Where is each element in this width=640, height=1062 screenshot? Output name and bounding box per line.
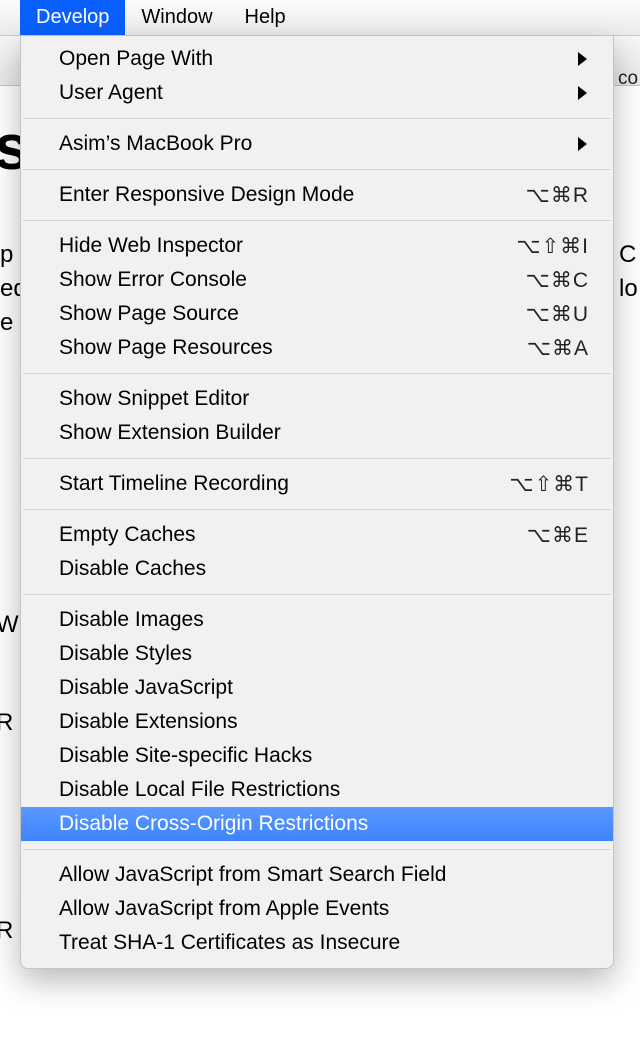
menu-item-label: Show Snippet Editor bbox=[59, 387, 589, 411]
menu-item-shortcut: ⌥⌘A bbox=[527, 336, 589, 361]
page-text-r1: R bbox=[0, 706, 13, 740]
menu-item-shortcut: ⌥⌘C bbox=[526, 268, 589, 293]
menu-item-label: Disable Local File Restrictions bbox=[59, 778, 589, 802]
page-text-left: p ed e bbox=[0, 238, 22, 340]
menubar-item-label: Develop bbox=[36, 6, 109, 29]
menu-item-disable-cross-origin-restrictions[interactable]: Disable Cross-Origin Restrictions bbox=[21, 807, 613, 841]
menu-item-label: Asim’s MacBook Pro bbox=[59, 132, 578, 156]
menu-item-hide-web-inspector[interactable]: Hide Web Inspector⌥⇧⌘I bbox=[21, 229, 613, 263]
menu-item-disable-extensions[interactable]: Disable Extensions bbox=[21, 705, 613, 739]
menu-separator bbox=[23, 373, 611, 374]
menu-item-show-extension-builder[interactable]: Show Extension Builder bbox=[21, 416, 613, 450]
menu-item-disable-caches[interactable]: Disable Caches bbox=[21, 552, 613, 586]
submenu-arrow-icon bbox=[578, 137, 587, 151]
menu-item-shortcut: ⌥⌘R bbox=[526, 183, 589, 208]
menu-item-label: Enter Responsive Design Mode bbox=[59, 183, 526, 207]
menubar-item-label: Help bbox=[245, 6, 286, 29]
menu-item-label: Treat SHA-1 Certificates as Insecure bbox=[59, 931, 589, 955]
menu-item-label: Allow JavaScript from Apple Events bbox=[59, 897, 589, 921]
menu-item-user-agent[interactable]: User Agent bbox=[21, 76, 613, 110]
menu-item-asim-s-macbook-pro[interactable]: Asim’s MacBook Pro bbox=[21, 127, 613, 161]
menu-item-allow-javascript-from-apple-events[interactable]: Allow JavaScript from Apple Events bbox=[21, 892, 613, 926]
submenu-arrow-icon bbox=[578, 86, 587, 100]
menu-separator bbox=[23, 509, 611, 510]
menubar: Develop Window Help bbox=[0, 0, 640, 36]
menu-separator bbox=[23, 849, 611, 850]
menu-item-shortcut: ⌥⌘E bbox=[527, 523, 589, 548]
page-text-w: W bbox=[0, 608, 19, 642]
menu-item-label: Hide Web Inspector bbox=[59, 234, 516, 258]
menu-item-label: Disable Images bbox=[59, 608, 589, 632]
menu-item-open-page-with[interactable]: Open Page With bbox=[21, 42, 613, 76]
menu-item-label: Show Page Source bbox=[59, 302, 526, 326]
menu-item-show-page-source[interactable]: Show Page Source⌥⌘U bbox=[21, 297, 613, 331]
page-text-r2: R bbox=[0, 914, 13, 948]
menu-item-disable-styles[interactable]: Disable Styles bbox=[21, 637, 613, 671]
menu-item-label: User Agent bbox=[59, 81, 578, 105]
menu-separator bbox=[23, 118, 611, 119]
menubar-item-help[interactable]: Help bbox=[229, 0, 302, 35]
menu-separator bbox=[23, 594, 611, 595]
menu-item-disable-images[interactable]: Disable Images bbox=[21, 603, 613, 637]
menu-item-empty-caches[interactable]: Empty Caches⌥⌘E bbox=[21, 518, 613, 552]
menu-item-label: Empty Caches bbox=[59, 523, 527, 547]
menu-item-label: Show Extension Builder bbox=[59, 421, 589, 445]
menu-item-show-page-resources[interactable]: Show Page Resources⌥⌘A bbox=[21, 331, 613, 365]
menu-item-label: Disable Caches bbox=[59, 557, 589, 581]
menubar-item-window[interactable]: Window bbox=[125, 0, 228, 35]
menu-item-disable-site-specific-hacks[interactable]: Disable Site-specific Hacks bbox=[21, 739, 613, 773]
menu-item-allow-javascript-from-smart-search-field[interactable]: Allow JavaScript from Smart Search Field bbox=[21, 858, 613, 892]
menu-item-label: Start Timeline Recording bbox=[59, 472, 509, 496]
menubar-item-develop[interactable]: Develop bbox=[20, 0, 125, 35]
menu-item-shortcut: ⌥⇧⌘I bbox=[516, 234, 589, 259]
menu-item-shortcut: ⌥⌘U bbox=[526, 302, 589, 327]
menu-item-start-timeline-recording[interactable]: Start Timeline Recording⌥⇧⌘T bbox=[21, 467, 613, 501]
develop-menu: Open Page With User Agent Asim’s MacBook P… bbox=[20, 36, 614, 969]
menu-item-label: Disable Site-specific Hacks bbox=[59, 744, 589, 768]
menu-item-label: Disable Cross-Origin Restrictions bbox=[59, 812, 589, 836]
url-fragment: co bbox=[618, 62, 638, 96]
menu-item-disable-local-file-restrictions[interactable]: Disable Local File Restrictions bbox=[21, 773, 613, 807]
page-text-right: C lo bbox=[619, 238, 640, 306]
menu-separator bbox=[23, 458, 611, 459]
menu-item-enter-responsive-design-mode[interactable]: Enter Responsive Design Mode⌥⌘R bbox=[21, 178, 613, 212]
menu-item-label: Disable Styles bbox=[59, 642, 589, 666]
menu-item-label: Disable JavaScript bbox=[59, 676, 589, 700]
menu-item-treat-sha-1-certificates-as-insecure[interactable]: Treat SHA-1 Certificates as Insecure bbox=[21, 926, 613, 960]
menu-separator bbox=[23, 169, 611, 170]
submenu-arrow-icon bbox=[578, 52, 587, 66]
menu-item-disable-javascript[interactable]: Disable JavaScript bbox=[21, 671, 613, 705]
menu-item-show-snippet-editor[interactable]: Show Snippet Editor bbox=[21, 382, 613, 416]
menu-item-label: Show Page Resources bbox=[59, 336, 527, 360]
menu-separator bbox=[23, 220, 611, 221]
menu-item-label: Allow JavaScript from Smart Search Field bbox=[59, 863, 589, 887]
menu-item-shortcut: ⌥⇧⌘T bbox=[509, 472, 589, 497]
menu-item-label: Show Error Console bbox=[59, 268, 526, 292]
menu-item-label: Disable Extensions bbox=[59, 710, 589, 734]
menu-item-show-error-console[interactable]: Show Error Console⌥⌘C bbox=[21, 263, 613, 297]
menu-item-label: Open Page With bbox=[59, 47, 578, 71]
menubar-item-label: Window bbox=[141, 6, 212, 29]
